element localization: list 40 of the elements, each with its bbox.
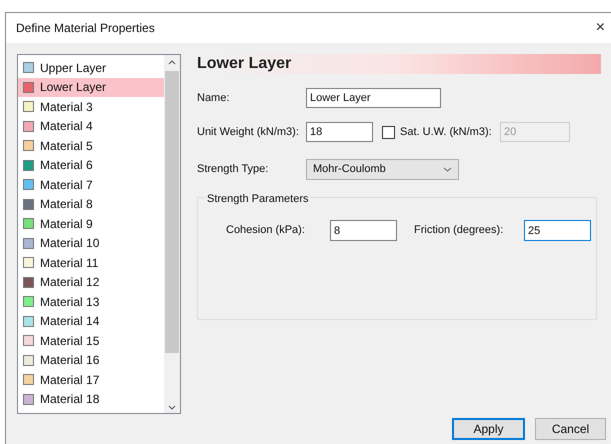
- material-item[interactable]: Material 13: [18, 292, 164, 312]
- parameter-field[interactable]: 8: [330, 220, 397, 241]
- parameter-label: Friction (degrees):: [414, 223, 504, 238]
- material-item[interactable]: Material 14: [18, 312, 164, 331]
- material-item[interactable]: Material 4: [18, 116, 164, 136]
- strength-type-label: Strength Type:: [197, 162, 270, 178]
- strength-type-dropdown[interactable]: Mohr-Coulomb: [306, 159, 459, 180]
- name-label: Name:: [197, 90, 230, 106]
- material-item[interactable]: Material 8: [18, 194, 164, 214]
- scrollbar[interactable]: [164, 55, 180, 413]
- parameter-label: Cohesion (kPa):: [226, 223, 306, 238]
- sat-unit-weight-label: Sat. U.W. (kN/m3):: [400, 124, 493, 140]
- unit-weight-field[interactable]: 18: [306, 122, 373, 142]
- material-item[interactable]: Material 9: [18, 214, 164, 234]
- scroll-down-icon[interactable]: [168, 405, 176, 410]
- unit-weight-label: Unit Weight (kN/m3):: [197, 124, 300, 140]
- material-item[interactable]: Material 6: [18, 156, 164, 175]
- material-item[interactable]: Material 17: [18, 370, 164, 390]
- scroll-thumb[interactable]: [165, 71, 179, 353]
- material-item[interactable]: Material 12: [18, 272, 164, 292]
- chevron-down-icon: [443, 167, 452, 172]
- material-item[interactable]: Material 7: [18, 175, 164, 194]
- dialog-button[interactable]: Cancel: [535, 418, 606, 440]
- group-title: Strength Parameters: [206, 191, 310, 208]
- window-title: Define Material Properties: [16, 20, 155, 37]
- material-item[interactable]: Lower Layer: [18, 78, 164, 97]
- material-item[interactable]: Material 10: [18, 234, 164, 253]
- material-item[interactable]: Material 18: [18, 390, 164, 409]
- name-field[interactable]: Lower Layer: [306, 88, 441, 108]
- material-item[interactable]: Material 3: [18, 97, 164, 116]
- material-item[interactable]: Material 16: [18, 350, 164, 370]
- close-button[interactable]: ×: [594, 16, 607, 40]
- material-item[interactable]: Material 5: [18, 136, 164, 156]
- scroll-up-icon[interactable]: [168, 60, 176, 65]
- material-item[interactable]: Upper Layer: [18, 58, 164, 78]
- material-title: Lower Layer: [197, 54, 292, 74]
- dialog-button[interactable]: Apply: [452, 418, 525, 440]
- parameter-field[interactable]: 25: [524, 220, 591, 241]
- material-item[interactable]: Material 11: [18, 253, 164, 272]
- material-item[interactable]: Material 15: [18, 331, 164, 350]
